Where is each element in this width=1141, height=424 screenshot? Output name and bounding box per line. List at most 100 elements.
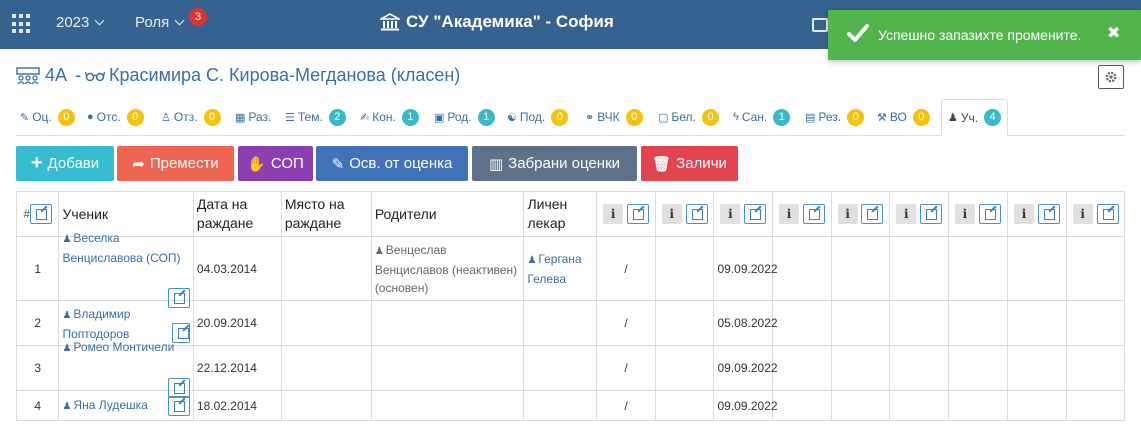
extra-cell [1006,390,1068,421]
edit-icon[interactable] [626,204,649,225]
tab-label: ВО [889,110,907,124]
doctor-cell [523,300,598,346]
doctor-cell [523,390,598,421]
year-selector[interactable]: 2023 [56,14,105,31]
extra-column-header: i [947,191,1008,237]
signature-icon: ✍ [360,111,370,124]
pencil-icon: ✎ [331,155,345,173]
move-button[interactable]: ➦ Премести [117,146,234,181]
student-name-link[interactable]: Веселка Венциславова (СОП) [62,231,180,265]
tab-label: Кон. [372,110,396,124]
exempt-button[interactable]: ✎ Осв. от оценка [316,146,468,181]
tab-absences[interactable]: ● Отс. 0 [83,99,144,135]
doctor-cell [523,345,598,391]
chevron-down-icon [174,15,185,26]
student-name-link[interactable]: Яна Лудешка [73,398,147,412]
info-icon[interactable]: i [778,204,799,225]
tab-notes[interactable]: ▢ Бел. 0 [654,99,719,135]
success-toast: Успешно запазихте промените. ✖ [828,10,1141,60]
info-icon[interactable]: i [603,204,624,225]
tab-badge: 1 [477,108,495,126]
info-icon[interactable]: i [1072,204,1093,225]
parents-cell [370,300,525,346]
edit-icon[interactable] [685,204,708,225]
parents-column-header: Родители [370,191,525,237]
extra-cell [947,390,1008,421]
tab-sanctions[interactable]: ϟ Сан. 1 [729,99,791,135]
close-icon[interactable]: ✖ [1107,23,1120,43]
share-arrow-icon: ➦ [132,155,145,173]
extra-cell [830,300,891,346]
edit-icon[interactable] [1096,204,1119,225]
tab-feedback[interactable]: ♙ Отз. 0 [157,99,221,135]
sop-button[interactable]: ✋ СОП [238,146,313,181]
extra-cell [1006,345,1068,391]
student-icon: ♟ [62,343,72,354]
edit-icon[interactable] [744,204,767,225]
add-button[interactable]: + Добави [16,146,114,181]
tab-results[interactable]: ▤ Рез. 0 [801,99,865,135]
edit-student-icon[interactable] [167,395,190,416]
tab-label: Отс. [96,110,121,124]
sop-label: СОП [270,155,304,172]
tab-badge: 2 [328,108,346,126]
student-cell: ♟ Яна Лудешка [58,390,194,421]
tab-topics[interactable]: ☰ Тем. 2 [281,99,346,135]
row-number: 1 [15,236,60,301]
tab-schedule[interactable]: ▦ Раз. [231,99,271,135]
extra-cell [1066,345,1125,391]
edit-icon[interactable] [861,204,884,225]
info-icon[interactable]: i [837,204,858,225]
exclamation-icon: ● [87,111,94,123]
extra-cell [830,236,891,301]
edit-icon[interactable] [30,204,53,225]
num-header-label: # [23,206,31,221]
school-title: СУ "Академика" - София [380,12,614,32]
info-icon[interactable]: i [1013,204,1034,225]
info-icon[interactable]: i [661,204,682,225]
tab-support[interactable]: ☯ Под. 0 [503,99,569,135]
extra-cell [889,300,949,346]
settings-button[interactable] [1098,65,1124,89]
extra-cell: / [596,300,656,346]
info-icon[interactable]: i [720,204,741,225]
class-teacher: Красимира С. Кирова-Мегданова (класен) [109,65,461,85]
extra-cell [830,345,891,391]
extra-cell [772,390,832,421]
tab-grades[interactable]: ✎ Оц. 0 [16,99,75,135]
section-tabs: ✎ Оц. 0 ● Отс. 0 ♙ Отз. 0 ▦ Раз. ☰ Тем. 2 ✍ Кон. 1 … [16,99,1125,136]
doctor-icon: ♟ [527,254,537,266]
tab-label: Под. [519,110,546,124]
tab-controls[interactable]: ✍ Кон. 1 [356,99,419,135]
gavel-icon: ⚒ [877,111,887,124]
school-name: СУ "Академика" - София [406,12,614,31]
tab-parent-meetings[interactable]: ▣ Род. 1 [430,99,495,135]
pencil-icon: ✎ [20,111,30,124]
extra-cell [947,236,1008,301]
tab-vchk[interactable]: ⚭ ВЧК 0 [581,99,643,135]
role-selector[interactable]: Роля [135,14,185,31]
birth-place-column-header: Място на раждане [280,191,372,237]
tab-label: Уч. [960,110,979,125]
tab-students[interactable]: ♟ Уч. 4 [941,99,1009,136]
birth-date-cell: 18.02.2014 [192,390,282,421]
edit-icon[interactable] [978,204,1001,225]
monitor-icon[interactable] [812,18,828,32]
delete-label: Заличи [676,155,727,172]
extra-cell [889,390,949,421]
table-row: 4 ♟ Яна Лудешка 18.02.2014 / 09.09.2022 [15,390,1125,421]
delete-button[interactable]: 🗑 Заличи [641,146,738,181]
edit-icon[interactable] [920,204,943,225]
forbid-grades-button[interactable]: ▥ Забрани оценки [472,146,637,181]
plus-icon: + [30,152,43,174]
edit-icon[interactable] [802,204,825,225]
parents-cell [370,390,525,421]
extra-cell [947,300,1008,346]
edit-icon[interactable] [1037,204,1060,225]
student-name-link[interactable]: Ромео Монтичели [73,340,174,354]
tab-vo[interactable]: ⚒ ВО 0 [873,99,930,135]
info-icon[interactable]: i [896,204,917,225]
student-name-link[interactable]: Владимир Поптодоров [62,307,130,341]
info-icon[interactable]: i [954,204,975,225]
apps-grid-icon[interactable] [12,14,32,34]
